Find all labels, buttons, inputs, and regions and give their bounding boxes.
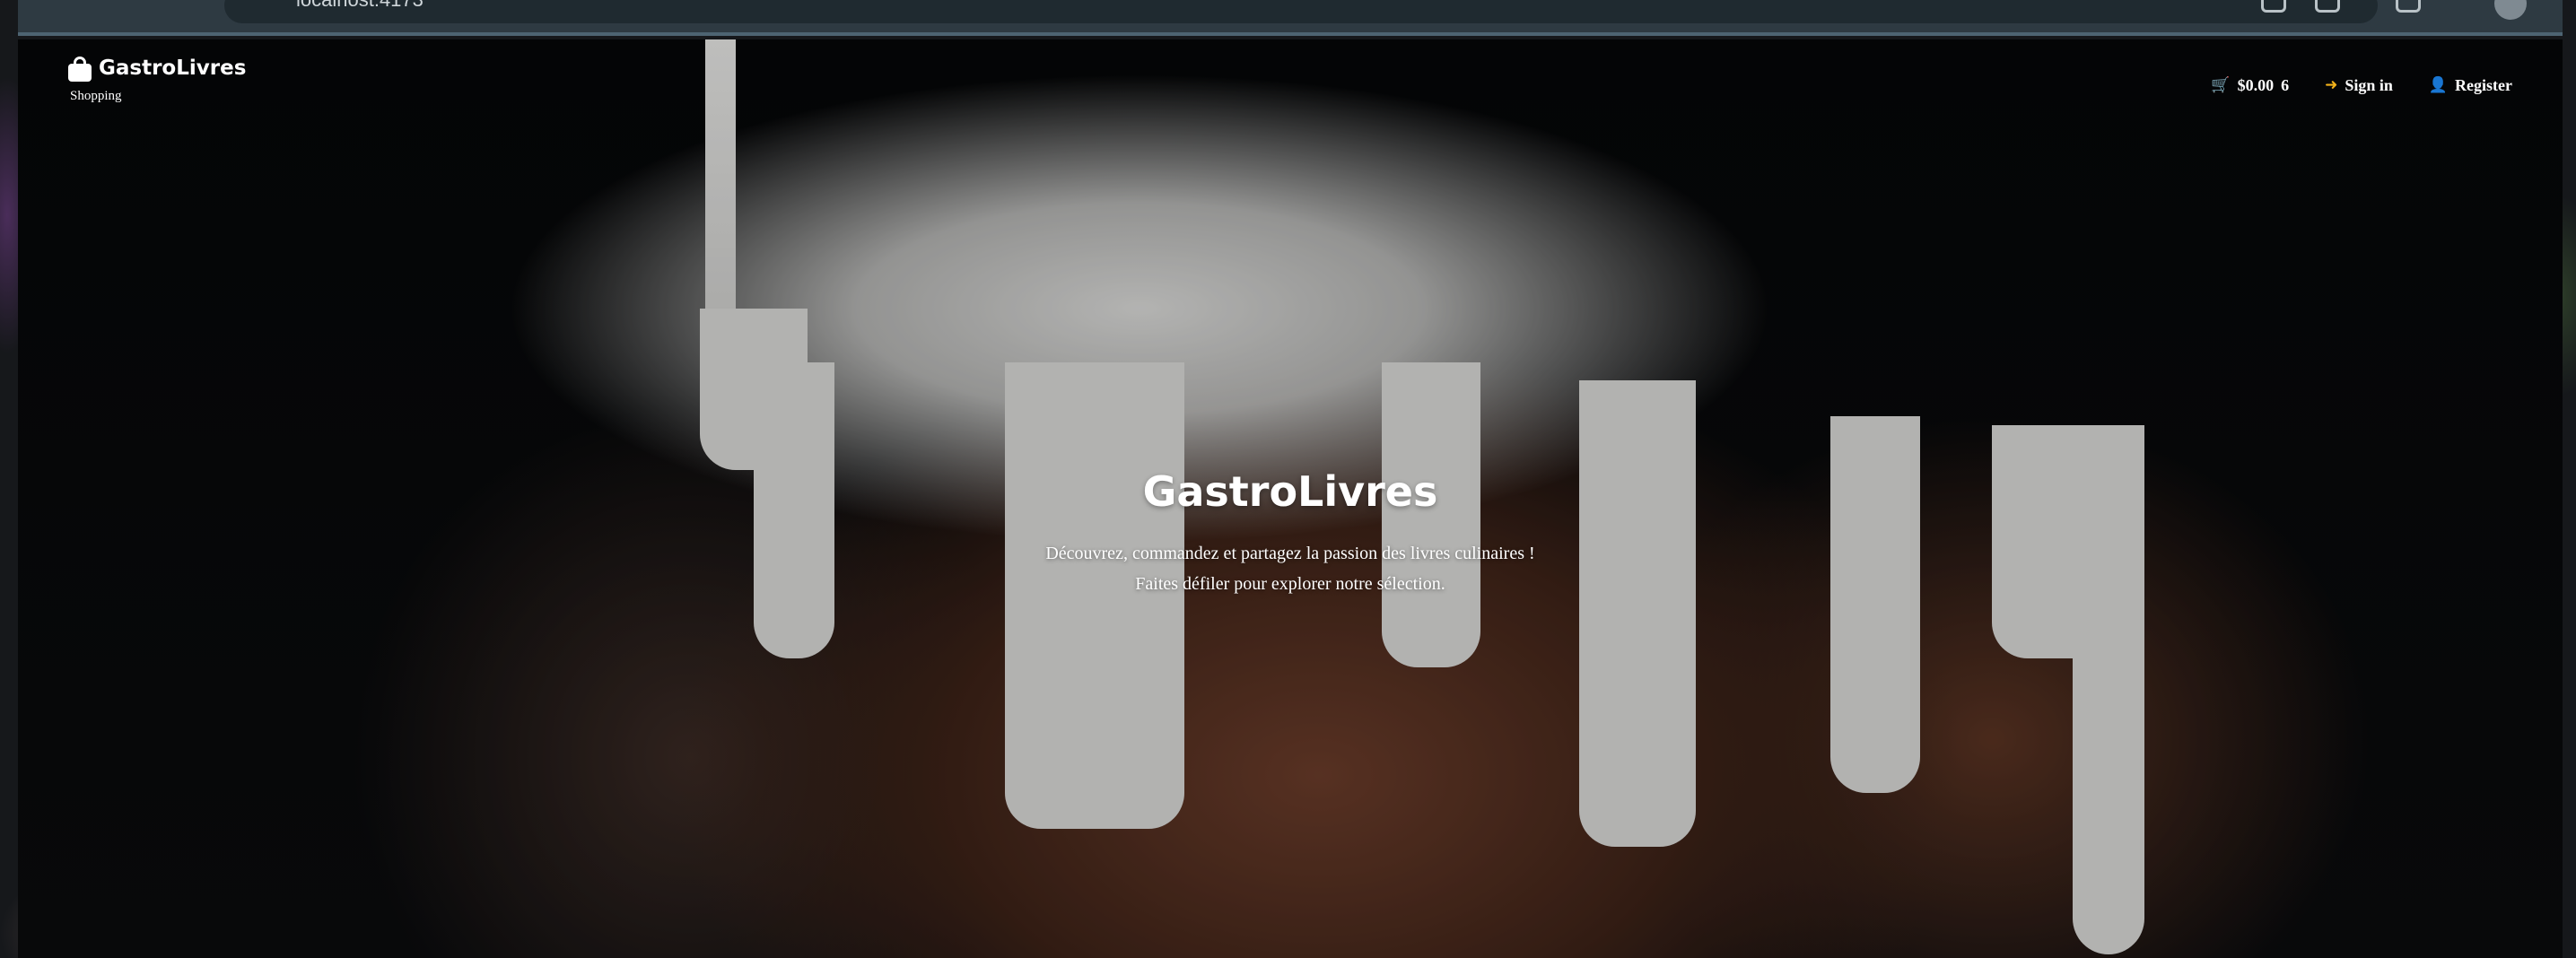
brand-subtitle: Shopping bbox=[70, 89, 122, 103]
sign-in-link[interactable]: ➜ Sign in bbox=[2325, 75, 2393, 95]
cart-count: 6 bbox=[2281, 76, 2290, 94]
url-text: localhost:4173 bbox=[296, 0, 424, 11]
register-link[interactable]: 👤 Register bbox=[2429, 75, 2512, 95]
star-icon[interactable] bbox=[2315, 0, 2340, 13]
hero-content: GastroLivres Découvrez, commandez et par… bbox=[18, 466, 2563, 599]
hero-scroll-hint: Faites défiler pour explorer notre sélec… bbox=[1135, 574, 1445, 594]
extensions-icon[interactable] bbox=[2396, 0, 2421, 13]
browser-toolbar: localhost:4173 bbox=[18, 0, 2563, 36]
register-label: Register bbox=[2455, 76, 2512, 94]
hero-tagline: Découvrez, commandez et partagez la pass… bbox=[1045, 544, 1535, 563]
sign-in-icon: ➜ bbox=[2325, 76, 2338, 94]
shopping-bag-icon bbox=[68, 57, 92, 82]
profile-avatar[interactable] bbox=[2494, 0, 2527, 20]
cart-total: $0.00 bbox=[2237, 76, 2275, 94]
hero-title: GastroLivres bbox=[1142, 467, 1438, 516]
cart-icon: 🛒 bbox=[2211, 76, 2231, 94]
address-bar[interactable] bbox=[224, 0, 2378, 23]
brand-link[interactable]: GastroLivres bbox=[68, 56, 247, 82]
web-page: GastroLivres Shopping 🛒 $0.00 6 ➜ Sign i… bbox=[18, 39, 2563, 958]
brand-name: GastroLivres bbox=[99, 57, 247, 80]
cart-button[interactable]: 🛒 $0.00 6 bbox=[2211, 75, 2289, 95]
user-plus-icon: 👤 bbox=[2428, 76, 2449, 94]
navbar-actions: 🛒 $0.00 6 ➜ Sign in 👤 Register bbox=[2211, 75, 2512, 95]
zoom-icon[interactable] bbox=[2261, 0, 2286, 13]
sign-in-label: Sign in bbox=[2345, 76, 2393, 94]
